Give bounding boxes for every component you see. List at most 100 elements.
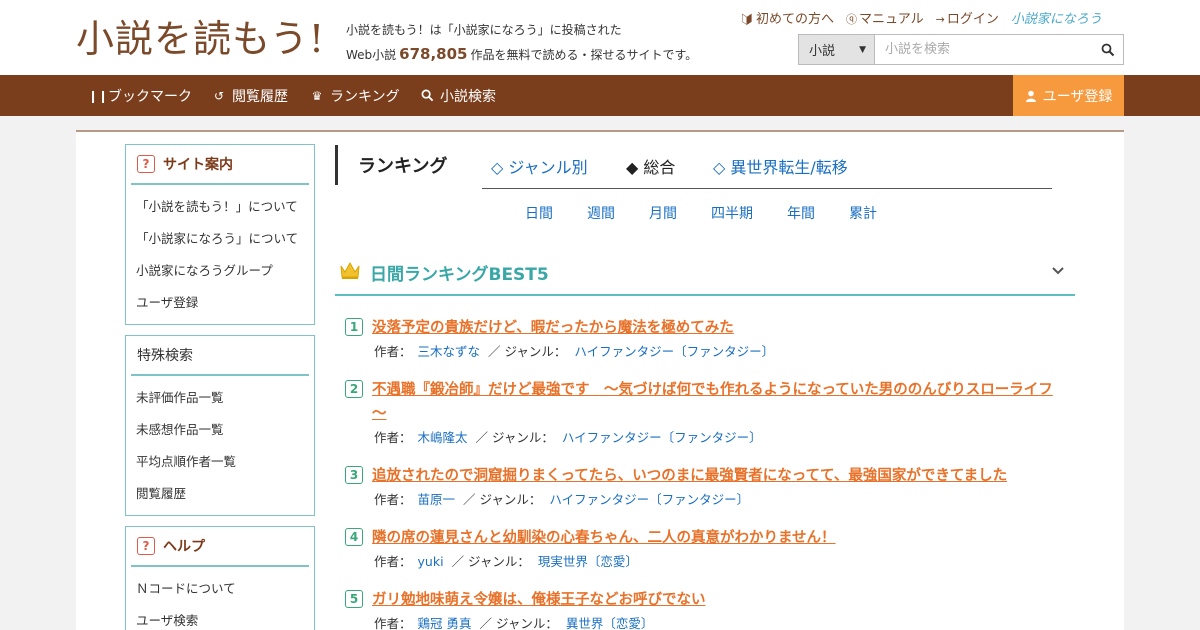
novel-title-link[interactable]: ガリ勉地味萌え令嬢は、俺様王子などお呼びでない <box>345 588 1065 612</box>
genre-label: ／ ジャンル： <box>451 554 530 569</box>
site-guide-box: ? サイト案内 「小説を読もう！」について 「小説家になろう」について 小説家に… <box>125 144 315 325</box>
sidebar-item-unrated[interactable]: 未評価作品一覧 <box>126 382 314 414</box>
nav-history-label: 閲覧履歴 <box>232 88 288 105</box>
genre-label: ／ ジャンル： <box>463 492 542 507</box>
period-monthly[interactable]: 月間 <box>649 203 677 223</box>
entry-meta: 作者： 苗原一 ／ ジャンル： ハイファンタジー〔ファンタジー〕 <box>345 488 1065 512</box>
genre-link[interactable]: ハイファンタジー〔ファンタジー〕 <box>574 344 774 359</box>
entry-meta: 作者： 鶏冠 勇真 ／ ジャンル： 異世界〔恋愛〕 <box>345 612 1065 630</box>
nav-search[interactable]: 小説検索 <box>421 75 496 116</box>
caret-down-icon: ▼ <box>859 44 866 55</box>
period-quarterly[interactable]: 四半期 <box>711 203 753 223</box>
genre-link[interactable]: 異世界〔恋愛〕 <box>566 616 654 630</box>
ranking-entry: 1 没落予定の貴族だけど、暇だったから魔法を極めてみた 作者： 三木なずな ／ ジャ… <box>345 316 1065 364</box>
chevron-down-icon[interactable] <box>1051 264 1065 278</box>
rank-number-icon: 5 <box>345 590 363 608</box>
ranking-title-bar <box>335 145 338 185</box>
search-type-select[interactable]: 小説 ▼ <box>799 35 875 64</box>
nav-bookmark-label: ブックマーク <box>108 88 192 105</box>
login-label: ログイン <box>946 12 999 27</box>
first-time-label: 初めての方へ <box>755 12 834 27</box>
register-button[interactable]: ユーザ登録 <box>1013 75 1124 116</box>
login-link[interactable]: → ログイン <box>936 8 999 27</box>
help-list: Ｎコードについて ユーザ検索 <box>126 567 314 630</box>
crown-icon <box>340 261 360 279</box>
rank-number-icon: 3 <box>345 466 363 484</box>
ranking-entry: 4 隣の席の蓮見さんと幼馴染の心春ちゃん、二人の真意がわかりません！ 作者： yu… <box>345 526 1065 574</box>
period-daily[interactable]: 日間 <box>525 203 553 223</box>
author-link[interactable]: yuki <box>418 554 444 569</box>
tab-isekai[interactable]: ◇ 異世界転生/転移 <box>713 154 848 178</box>
sidebar-item-user-search[interactable]: ユーザ検索 <box>126 605 314 630</box>
bookmark-icon: ❙❙ <box>88 88 109 103</box>
novel-title-link[interactable]: 隣の席の蓮見さんと幼馴染の心春ちゃん、二人の真意がわかりません！ <box>345 526 1065 550</box>
nav-bookmark[interactable]: ❙❙ ブックマーク <box>88 75 192 116</box>
novel-title-link[interactable]: 追放されたので洞窟掘りまくってたら、いつのまに最強賢者になってて、最強国家ができ… <box>345 464 1065 488</box>
author-link[interactable]: 苗原一 <box>418 492 456 507</box>
sidebar-item-history[interactable]: 閲覧履歴 <box>126 478 314 510</box>
manual-link[interactable]: ⓠ マニュアル <box>846 8 924 27</box>
rank-number-icon: 4 <box>345 528 363 546</box>
site-guide-list: 「小説を読もう！」について 「小説家になろう」について 小説家になろうグループ … <box>126 185 314 323</box>
main-container: ? サイト案内 「小説を読もう！」について 「小説家になろう」について 小説家に… <box>76 130 1124 630</box>
tab-overall[interactable]: ◆ 総合 <box>626 154 675 178</box>
novel-title-link[interactable]: 没落予定の貴族だけど、暇だったから魔法を極めてみた <box>345 316 1065 340</box>
tagline-line2: Web小説 678,805 作品を無料で読める・探せるサイトです。 <box>346 42 697 67</box>
register-label: ユーザ登録 <box>1042 88 1113 105</box>
author-link[interactable]: 木嶋隆太 <box>418 430 468 445</box>
best5-header[interactable]: 日間ランキングBEST5 <box>335 254 1075 296</box>
help-question-icon: ? <box>137 155 155 173</box>
help-question-icon: ? <box>137 537 155 555</box>
author-label: 作者： <box>374 616 412 630</box>
novel-title-link[interactable]: 不遇職『鍛冶師』だけど最強です ～気づけば何でも作れるようになっていた男ののんび… <box>345 378 1065 426</box>
help-box: ? ヘルプ Ｎコードについて ユーザ検索 <box>125 526 315 630</box>
sidebar-item-ncode[interactable]: Ｎコードについて <box>126 573 314 605</box>
genre-link[interactable]: ハイファンタジー〔ファンタジー〕 <box>562 430 762 445</box>
special-search-title: 特殊検索 <box>137 348 193 364</box>
sidebar-item-narou-group[interactable]: 小説家になろうグループ <box>126 255 314 287</box>
nav-ranking-label: ランキング <box>330 88 400 105</box>
sidebar-item-avg-authors[interactable]: 平均点順作者一覧 <box>126 446 314 478</box>
period-total[interactable]: 累計 <box>849 203 877 223</box>
special-search-header: 特殊検索 <box>131 336 309 376</box>
crown-icon: ♛ <box>311 88 323 103</box>
first-time-link[interactable]: 🔰︎ 初めての方へ <box>740 8 834 27</box>
site-logo[interactable]: 小説を読もう! <box>76 14 325 64</box>
question-circle-icon: ⓠ <box>845 13 857 26</box>
sidebar-item-user-register[interactable]: ユーザ登録 <box>126 287 314 319</box>
best5-title: 日間ランキングBEST5 <box>370 265 549 285</box>
sidebar-item-no-reviews[interactable]: 未感想作品一覧 <box>126 414 314 446</box>
help-title: ヘルプ <box>163 539 205 555</box>
ranking-title: ランキング <box>358 156 448 177</box>
search-icon <box>1101 43 1115 56</box>
author-link[interactable]: 三木なずな <box>418 344 481 359</box>
site-guide-title: サイト案内 <box>163 157 233 173</box>
entry-meta: 作者： yuki ／ ジャンル： 現実世界〔恋愛〕 <box>345 550 1065 574</box>
manual-label: マニュアル <box>858 12 924 27</box>
genre-label: ／ ジャンル： <box>475 430 554 445</box>
user-icon <box>1025 90 1036 102</box>
genre-label: ／ ジャンル： <box>479 616 558 630</box>
genre-link[interactable]: 現実世界〔恋愛〕 <box>538 554 638 569</box>
author-label: 作者： <box>374 344 412 359</box>
author-label: 作者： <box>374 492 412 507</box>
search-input[interactable] <box>875 35 1093 64</box>
author-link[interactable]: 鶏冠 勇真 <box>418 616 472 630</box>
narou-logo[interactable]: 小説家になろう <box>1011 8 1102 27</box>
search-button[interactable] <box>1093 35 1123 64</box>
nav-ranking[interactable]: ♛ ランキング <box>310 75 400 116</box>
sidebar-item-about-narou[interactable]: 「小説家になろう」について <box>126 223 314 255</box>
special-search-box: 特殊検索 未評価作品一覧 未感想作品一覧 平均点順作者一覧 閲覧履歴 <box>125 335 315 516</box>
author-label: 作者： <box>374 430 412 445</box>
login-icon: → <box>935 13 945 26</box>
tab-genre[interactable]: ◇ ジャンル別 <box>491 154 588 178</box>
search-bar: 小説 ▼ <box>798 34 1124 65</box>
period-yearly[interactable]: 年間 <box>787 203 815 223</box>
period-weekly[interactable]: 週間 <box>587 203 615 223</box>
genre-link[interactable]: ハイファンタジー〔ファンタジー〕 <box>549 492 749 507</box>
top-links: 🔰︎ 初めての方へ ⓠ マニュアル → ログイン 小説家になろう <box>740 8 1102 27</box>
sidebar-item-about-yomou[interactable]: 「小説を読もう！」について <box>126 191 314 223</box>
nav-history[interactable]: ↺ 閲覧履歴 <box>212 75 288 116</box>
rank-number-icon: 1 <box>345 318 363 336</box>
nav-search-label: 小説検索 <box>440 88 496 105</box>
